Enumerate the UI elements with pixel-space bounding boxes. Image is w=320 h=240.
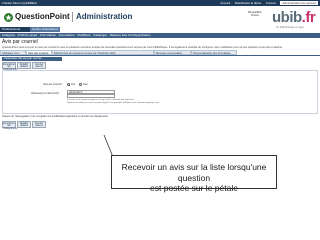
annotation-callout: Recevoir un avis sur la liste lorsqu'une… <box>111 155 277 193</box>
callout-line-1: Recevoir un avis sur la liste lorsqu'une… <box>121 162 267 183</box>
callout-line-2: est postée sur le pétale <box>150 183 238 193</box>
callout-connector <box>103 134 114 158</box>
